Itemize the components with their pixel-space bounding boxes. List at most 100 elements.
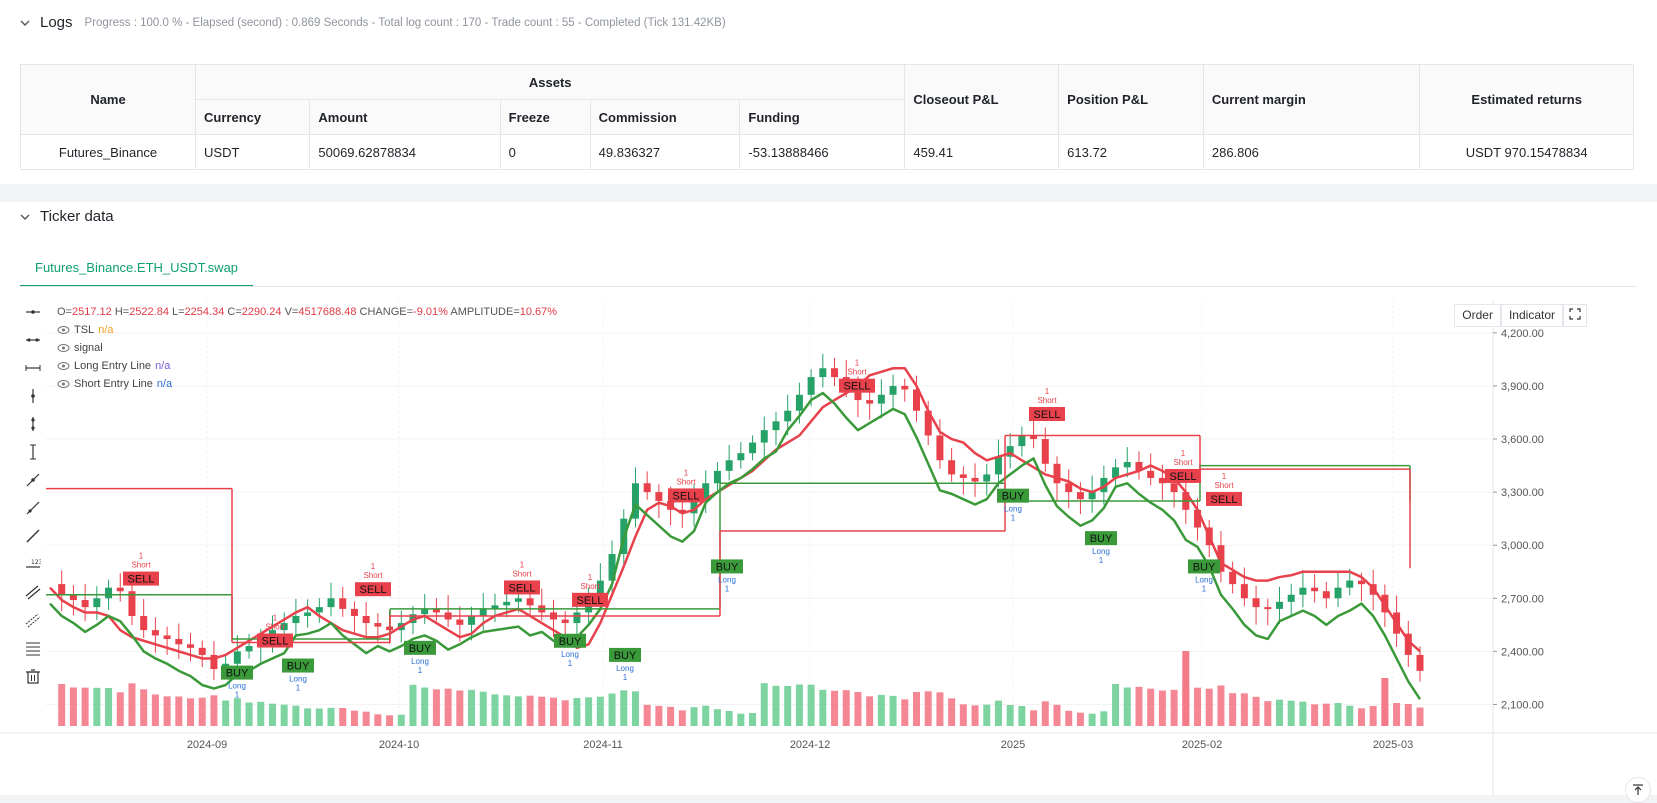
trend-line-icon[interactable]	[22, 469, 44, 491]
eye-icon[interactable]	[57, 325, 70, 335]
volume-bar	[1357, 708, 1365, 726]
chevron-down-icon[interactable]	[20, 18, 30, 28]
volume-bar	[1322, 703, 1330, 726]
price-chart[interactable]: 4,200.00 3,900.00 3,600.00 3,300.00 3,000.00…	[0, 301, 1657, 795]
ticker-header[interactable]: Ticker data	[20, 208, 114, 225]
segment-line-icon[interactable]	[22, 525, 44, 547]
volume-bar	[725, 711, 733, 726]
volume-bar	[339, 708, 347, 726]
eye-icon[interactable]	[57, 379, 70, 389]
candle-body	[959, 474, 967, 478]
sell-marker-text: SELL	[1211, 494, 1238, 506]
volume-bar	[713, 709, 721, 726]
sell-marker-text: SELL	[509, 582, 536, 594]
volume-bar	[889, 695, 897, 726]
price-line-icon[interactable]: 123	[22, 553, 44, 575]
volume-bar	[362, 711, 370, 726]
volume-bar	[1205, 688, 1213, 726]
volume-bar	[233, 698, 241, 726]
candle-body	[1170, 483, 1178, 493]
ohlc-readout: O=2517.12 H=2522.84 L=2254.34 C=2290.24 …	[57, 303, 557, 321]
eye-icon[interactable]	[57, 361, 70, 371]
assets-table: Name Assets Closeout P&L Position P&L Cu…	[19, 64, 1634, 170]
volume-bar	[479, 691, 487, 726]
x-tick-label: 2025-03	[1373, 739, 1413, 751]
legend-series-tsl[interactable]: TSL n/a	[57, 321, 557, 339]
vertical-segment-icon[interactable]	[22, 413, 44, 435]
volume-bar	[854, 692, 862, 726]
trash-icon[interactable]	[22, 665, 44, 687]
signal-label: Long	[1092, 547, 1110, 556]
candle-body	[69, 594, 77, 601]
col-position: Position P&L	[1058, 64, 1204, 135]
candle-body	[749, 442, 757, 454]
legend-series-short-entry[interactable]: Short Entry Line n/a	[57, 375, 557, 393]
volume-bar	[667, 706, 675, 726]
tab-eth-usdt-swap[interactable]: Futures_Binance.ETH_USDT.swap	[20, 249, 254, 287]
candle-body	[655, 492, 663, 501]
candle-body	[81, 600, 89, 608]
chevron-down-icon[interactable]	[20, 212, 30, 222]
logs-status: Progress : 100.0 % - Elapsed (second) : …	[84, 16, 726, 29]
col-returns: Estimated returns	[1419, 64, 1634, 135]
volume-bar	[386, 715, 394, 726]
candle-body	[116, 587, 124, 592]
volume-bar	[1252, 696, 1260, 726]
candle-body	[1311, 587, 1319, 592]
chart-controls: Order Indicator	[1454, 304, 1587, 327]
candle-body	[526, 598, 534, 606]
volume-label: V=	[284, 306, 299, 318]
series-name: TSL	[74, 324, 95, 336]
high-label: H=	[114, 306, 130, 318]
volume-bar	[1381, 678, 1389, 726]
fibonacci-icon[interactable]	[22, 609, 44, 631]
volume-bar	[81, 687, 89, 726]
signal-qty: 1	[725, 584, 730, 593]
horizontal-ray-icon[interactable]	[22, 301, 44, 323]
signal-label: Short	[676, 477, 696, 486]
volume-bar	[573, 698, 581, 726]
ray-line-icon[interactable]	[22, 497, 44, 519]
signal-label: Long	[616, 664, 634, 673]
candle-body	[1416, 654, 1424, 671]
scroll-to-top-button[interactable]	[1625, 777, 1651, 803]
volume-bar	[1100, 711, 1108, 726]
horizontal-line-icon[interactable]	[22, 329, 44, 351]
order-button[interactable]: Order	[1454, 304, 1501, 327]
volume-bar	[491, 694, 499, 726]
indicator-button[interactable]: Indicator	[1500, 304, 1563, 327]
buy-marker-text: BUY	[1193, 561, 1216, 573]
volume-bar	[936, 692, 944, 726]
signal-qty: 1	[273, 614, 278, 623]
signal-qty: 1	[1011, 514, 1016, 523]
cell-funding: -53.13888466	[739, 134, 906, 170]
vertical-ray-icon[interactable]	[22, 441, 44, 463]
volume-bar	[948, 698, 956, 726]
fib-retracement-icon[interactable]	[22, 637, 44, 659]
buy-marker-text: BUY	[287, 661, 310, 673]
extended-line-icon[interactable]	[22, 357, 44, 379]
legend-series-signal[interactable]: signal	[57, 339, 557, 357]
parallel-channel-icon[interactable]	[22, 581, 44, 603]
candle-body	[1322, 591, 1330, 599]
y-tick-label: 2,400.00	[1501, 646, 1544, 658]
fullscreen-icon[interactable]	[1563, 304, 1587, 327]
logs-header[interactable]: Logs Progress : 100.0 % - Elapsed (secon…	[20, 14, 726, 31]
volume-bar	[690, 707, 698, 726]
candle-body	[1053, 463, 1061, 484]
buy-marker-text: BUY	[559, 636, 582, 648]
volume-bar	[257, 701, 265, 726]
legend-series-long-entry[interactable]: Long Entry Line n/a	[57, 357, 557, 375]
volume-value: 4517688.48	[298, 306, 357, 318]
eye-icon[interactable]	[57, 343, 70, 353]
sell-marker-text: SELL	[262, 636, 289, 648]
buy-marker-text: BUY	[614, 650, 637, 662]
candle-body	[327, 598, 335, 608]
volume-bar	[304, 708, 312, 726]
volume-bar	[1393, 703, 1401, 726]
signal-qty: 1	[623, 673, 628, 682]
volume-bar	[409, 684, 417, 726]
volume-bar	[678, 710, 686, 726]
vertical-line-icon[interactable]	[22, 385, 44, 407]
signal-label: Short	[363, 571, 383, 580]
